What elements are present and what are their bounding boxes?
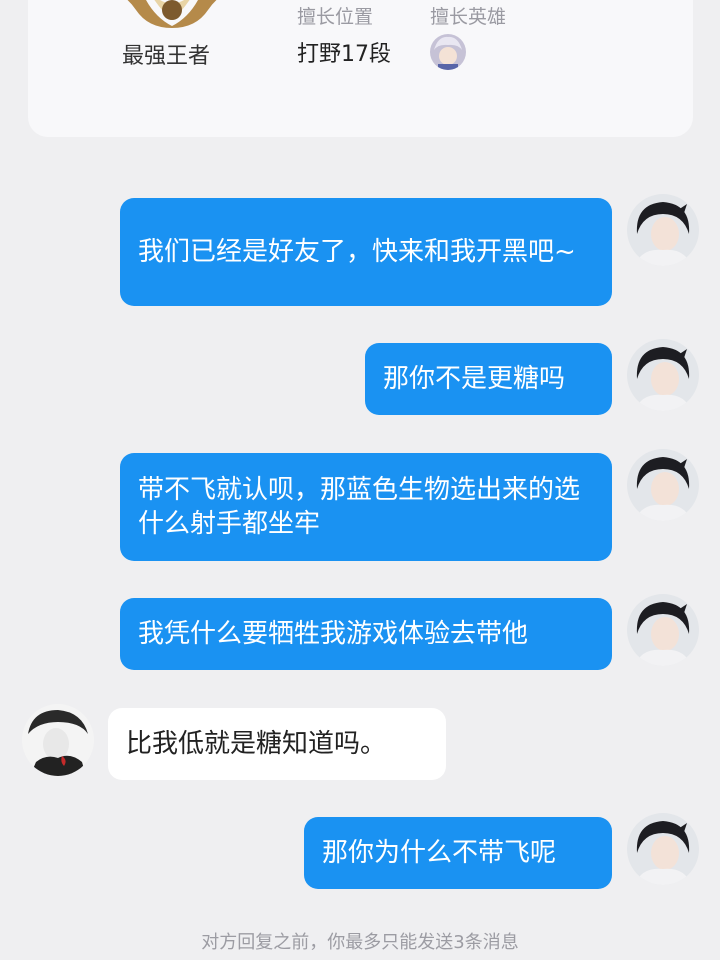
- message-bubble[interactable]: 带不飞就认呗，那蓝色生物选出来的选什么射手都坐牢: [120, 453, 612, 561]
- message-text: 比我低就是糖知道吗。: [126, 729, 387, 759]
- message-text: 那你不是更糖吗: [383, 364, 566, 394]
- position-value: 打野17段: [297, 42, 391, 67]
- self-avatar[interactable]: [627, 594, 699, 666]
- send-limit-note: 对方回复之前，你最多只能发送3条消息: [201, 932, 519, 953]
- position-header: 擅长位置: [297, 6, 374, 28]
- other-avatar[interactable]: [22, 704, 94, 776]
- self-avatar[interactable]: [627, 339, 699, 411]
- message-text: 带不飞就认呗，那蓝色生物选出来的选什么射手都坐牢: [138, 475, 581, 539]
- self-avatar[interactable]: [627, 813, 699, 885]
- message-text: 我凭什么要牺牲我游戏体验去带他: [138, 619, 529, 649]
- message-bubble[interactable]: 那你为什么不带飞呢: [304, 817, 612, 889]
- message-bubble[interactable]: 我们已经是好友了，快来和我开黑吧~: [120, 198, 612, 306]
- rank-label: 最强王者: [122, 44, 211, 69]
- message-text: 那你为什么不带飞呢: [322, 838, 557, 868]
- hero-header: 擅长英雄: [430, 6, 507, 28]
- message-text: 我们已经是好友了，快来和我开黑吧~: [138, 237, 576, 267]
- hero-avatar-icon[interactable]: [430, 34, 466, 70]
- self-avatar[interactable]: [627, 449, 699, 521]
- king-rank-emblem-icon: [116, 0, 228, 28]
- profile-card: 最强王者 擅长位置 擅长英雄 打野17段: [28, 0, 693, 137]
- self-avatar[interactable]: [627, 194, 699, 266]
- message-bubble[interactable]: 我凭什么要牺牲我游戏体验去带他: [120, 598, 612, 670]
- message-bubble[interactable]: 比我低就是糖知道吗。: [108, 708, 446, 780]
- message-bubble[interactable]: 那你不是更糖吗: [365, 343, 612, 415]
